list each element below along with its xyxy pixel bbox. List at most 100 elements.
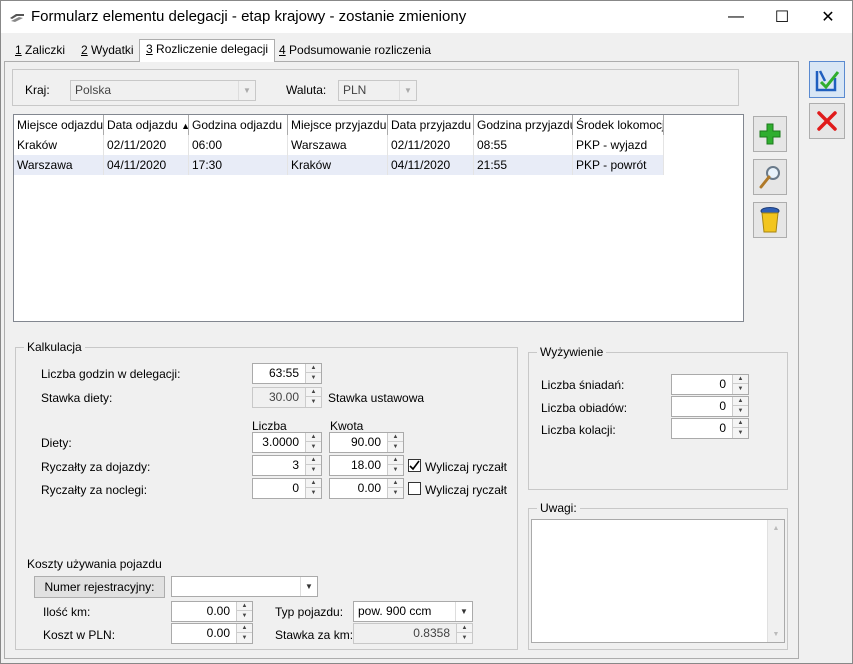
table-cell: 17:30 [189,155,288,175]
delete-button[interactable] [753,202,787,238]
tab-zaliczki[interactable]: 1 Zaliczki [9,41,71,61]
spin-buttons[interactable]: ▲ ▼ [305,364,321,383]
noclegi-kwota-field[interactable]: 0.00 ▲ ▼ [329,478,404,499]
diety-liczba-field[interactable]: 3.0000 ▲ ▼ [252,432,322,453]
save-icon [815,69,840,91]
maximize-button[interactable]: ☐ [759,1,805,33]
column-header[interactable]: Środek lokomocji [573,115,664,135]
typ-pojazdu-select[interactable]: pow. 900 ccm ▼ [353,601,473,622]
noclegi-liczba-field[interactable]: 0 ▲ ▼ [252,478,322,499]
wyzywienie-group: Wyżywienie [528,345,788,490]
column-header[interactable]: Data odjazdu ▲ [104,115,189,135]
spin-buttons[interactable]: ▲ ▼ [305,479,321,498]
noclegi-label: Ryczałty za noclegi: [41,483,148,497]
close-button[interactable]: ✕ [805,1,851,33]
kraj-label: Kraj: [25,83,50,97]
table-cell: Kraków [288,155,388,175]
table-cell: 06:00 [189,135,288,155]
waluta-select[interactable]: PLN ▼ [338,80,417,101]
window: Formularz elementu delegacji - etap kraj… [0,0,853,664]
uwagi-textarea[interactable]: ▲ ▼ [531,519,785,643]
close-icon: ✕ [821,9,835,26]
add-button[interactable] [753,116,787,152]
tab-rozliczenie-delegacji[interactable]: 3 Rozliczenie delegacji [139,39,276,62]
spin-buttons[interactable]: ▲ ▼ [387,479,403,498]
dojazdy-kwota-field[interactable]: 18.00 ▲ ▼ [329,455,404,476]
sort-asc-icon: ▲ [181,121,188,131]
column-header[interactable]: Miejsce przyjazdu [288,115,388,135]
table-cell: PKP - wyjazd [573,135,664,155]
table-cell: 08:55 [474,135,573,155]
spin-buttons: ▲ ▼ [456,624,472,643]
scroll-up-icon[interactable]: ▲ [768,520,784,536]
spin-buttons[interactable]: ▲ ▼ [305,456,321,475]
routes-grid[interactable]: Miejsce odjazdu Data odjazdu ▲ Godzina o… [13,114,744,322]
stawka-ustawowa-label: Stawka ustawowa [328,391,425,405]
column-header[interactable]: Godzina odjazdu ▲ [189,115,288,135]
spin-buttons[interactable]: ▲ ▼ [732,419,748,438]
kwota-header: Kwota [330,419,364,433]
dojazdy-checkbox[interactable] [408,459,421,472]
minimize-button[interactable]: — [713,1,759,33]
column-header[interactable]: Miejsce odjazdu [14,115,104,135]
column-header[interactable]: Godzina przyjazdu [474,115,573,135]
cancel-button[interactable] [809,103,845,139]
numer-rejestracyjny-select[interactable]: ▼ [171,576,318,597]
chevron-down-icon: ▼ [399,81,416,100]
table-cell: 04/11/2020 [388,155,474,175]
kalkulacja-title: Kalkulacja [24,340,85,354]
scroll-down-icon[interactable]: ▼ [768,626,784,642]
noclegi-checkbox[interactable] [408,482,421,495]
grid-header: Miejsce odjazdu Data odjazdu ▲ Godzina o… [14,115,664,135]
stawka-km-label: Stawka za km: [275,628,354,642]
ilosc-km-label: Ilość km: [43,605,91,619]
spin-buttons[interactable]: ▲ ▼ [387,433,403,452]
diety-kwota-field[interactable]: 90.00 ▲ ▼ [329,432,404,453]
dojazdy-liczba-field[interactable]: 3 ▲ ▼ [252,455,322,476]
spin-buttons: ▲ ▼ [305,388,321,407]
trash-icon [760,207,780,233]
numer-rejestracyjny-button[interactable]: Numer rejestracyjny: [34,576,165,598]
spin-buttons[interactable]: ▲ ▼ [305,433,321,452]
typ-pojazdu-label: Typ pojazdu: [275,605,344,619]
maximize-icon: ☐ [774,9,790,26]
uwagi-title: Uwagi: [537,501,580,515]
waluta-label: Waluta: [286,83,327,97]
window-title: Formularz elementu delegacji - etap kraj… [31,8,467,25]
stawka-label: Stawka diety: [41,391,113,405]
table-row[interactable]: Kraków 02/11/2020 06:00 Warszawa 02/11/2… [14,135,664,155]
spin-buttons[interactable]: ▲ ▼ [236,602,252,621]
chevron-down-icon: ▼ [238,81,255,100]
table-cell: 02/11/2020 [104,135,189,155]
godziny-field[interactable]: 63:55 ▲ ▼ [252,363,322,384]
kolacje-field[interactable]: 0 ▲ ▼ [671,418,749,439]
obiady-label: Liczba obiadów: [541,401,628,415]
tab-podsumowanie-rozliczenia[interactable]: 4 Podsumowanie rozliczenia [273,41,437,61]
table-row[interactable]: Warszawa 04/11/2020 17:30 Kraków 04/11/2… [14,155,664,175]
edit-button[interactable] [753,159,787,195]
sniadania-field[interactable]: 0 ▲ ▼ [671,374,749,395]
spin-buttons[interactable]: ▲ ▼ [732,397,748,416]
liczba-header: Liczba [252,419,287,433]
save-button[interactable] [809,61,845,98]
column-header[interactable]: Data przyjazdu [388,115,474,135]
magnifier-icon [759,166,780,189]
ilosc-km-field[interactable]: 0.00 ▲ ▼ [171,601,253,622]
pojazd-title: Koszty używania pojazdu [27,557,162,571]
minimize-icon: — [728,8,744,25]
godziny-label: Liczba godzin w delegacji: [41,367,181,381]
spin-buttons[interactable]: ▲ ▼ [732,375,748,394]
table-cell: Warszawa [288,135,388,155]
obiady-field[interactable]: 0 ▲ ▼ [671,396,749,417]
cancel-icon [817,111,837,131]
spin-buttons[interactable]: ▲ ▼ [236,624,252,643]
koszt-pln-field[interactable]: 0.00 ▲ ▼ [171,623,253,644]
uwagi-scrollbar[interactable]: ▲ ▼ [767,520,784,642]
dojazdy-checkbox-label[interactable]: Wyliczaj ryczałt [425,460,507,474]
title-bar: Formularz elementu delegacji - etap kraj… [1,1,852,33]
tab-wydatki[interactable]: 2 Wydatki [75,41,140,61]
wyzywienie-title: Wyżywienie [537,345,607,359]
spin-buttons[interactable]: ▲ ▼ [387,456,403,475]
kraj-select[interactable]: Polska ▼ [70,80,256,101]
noclegi-checkbox-label[interactable]: Wyliczaj ryczałt [425,483,507,497]
